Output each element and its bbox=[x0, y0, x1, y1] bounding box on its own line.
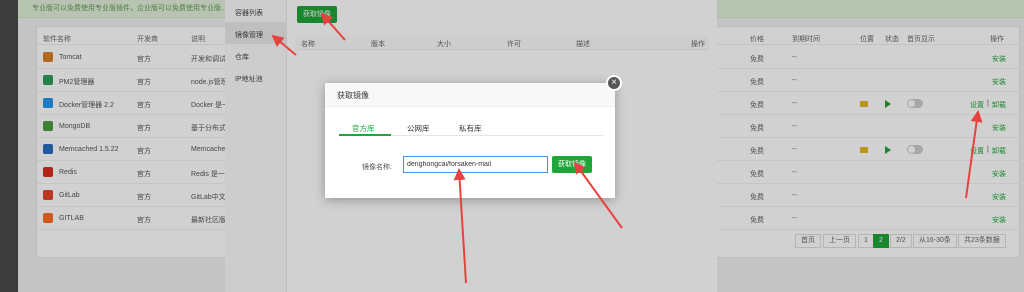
image-name-label: 镜像名称: bbox=[362, 164, 392, 171]
tab-public[interactable]: 公网库 bbox=[407, 123, 430, 135]
fetch-image-button[interactable]: 获取镜像 bbox=[552, 156, 592, 173]
get-image-dialog: 获取镜像 官方库 公网库 私有库 镜像名称: 获取镜像 bbox=[325, 83, 615, 198]
dialog-title: 获取镜像 bbox=[325, 83, 615, 107]
tab-private[interactable]: 私有库 bbox=[459, 123, 482, 135]
image-name-input[interactable] bbox=[403, 156, 548, 173]
tab-active-indicator bbox=[339, 134, 391, 136]
close-icon[interactable]: × bbox=[606, 75, 622, 91]
